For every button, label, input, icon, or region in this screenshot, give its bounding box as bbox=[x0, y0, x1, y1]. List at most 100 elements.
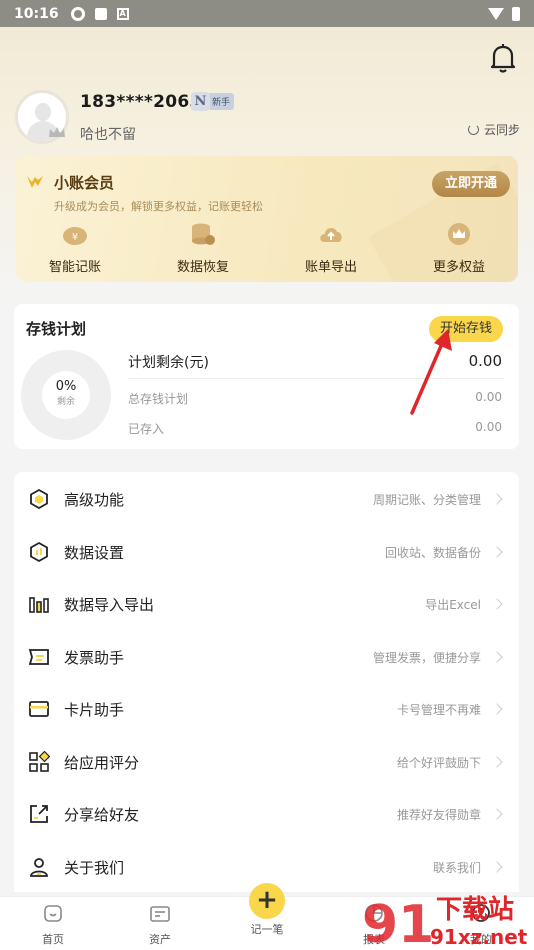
vip-subtitle: 升级成为会员，解锁更多权益，记账更轻松 bbox=[54, 200, 263, 213]
square-status-icon bbox=[94, 7, 107, 20]
chevron-right-icon bbox=[491, 651, 503, 663]
chevron-right-icon bbox=[491, 546, 503, 558]
menu-item-invoice[interactable]: 发票助手 管理发票，便捷分享 bbox=[14, 631, 519, 683]
cloud-sync-button[interactable]: 云同步 bbox=[468, 121, 520, 138]
plan-saved-value: 0.00 bbox=[475, 420, 502, 434]
share-icon bbox=[30, 805, 48, 823]
bill-export-icon bbox=[320, 228, 342, 242]
menu-item-hint: 管理发票，便捷分享 bbox=[372, 650, 481, 665]
menu-item-label: 发票助手 bbox=[64, 648, 125, 667]
plan-total-label: 总存钱计划 bbox=[128, 392, 189, 406]
savings-progress-label: 剩余 bbox=[56, 397, 75, 407]
menu-item-label: 高级功能 bbox=[64, 490, 125, 509]
savings-progress-center: 0% 剩余 bbox=[42, 371, 90, 419]
plan-remaining-label: 计划剩余(元) bbox=[128, 355, 209, 371]
cloud-sync-label: 云同步 bbox=[484, 123, 521, 137]
level-tag: 新手 bbox=[208, 93, 235, 110]
menu-item-advanced[interactable]: 高级功能 周期记账、分类管理 bbox=[14, 473, 519, 525]
status-time: 10:16 bbox=[14, 5, 59, 22]
tab-home[interactable]: 首页 bbox=[23, 903, 83, 947]
menu-item-hint: 卡号管理不再难 bbox=[396, 702, 481, 717]
menu-item-hint: 推荐好友得勋章 bbox=[396, 807, 481, 822]
menu-item-hint: 回收站、数据备份 bbox=[384, 545, 481, 560]
menu-item-label: 数据导入导出 bbox=[64, 595, 155, 614]
wallet-icon bbox=[150, 906, 170, 922]
invoice-icon bbox=[28, 649, 49, 665]
chevron-right-icon bbox=[491, 808, 503, 820]
vip-feature-data-restore[interactable]: 数据恢复 bbox=[158, 222, 248, 275]
menu-item-label: 给应用评分 bbox=[64, 753, 140, 772]
tab-label: 资产 bbox=[149, 933, 171, 946]
data-restore-icon bbox=[192, 223, 215, 245]
menu-item-hint: 给个好评鼓励下 bbox=[396, 755, 481, 770]
menu-item-label: 关于我们 bbox=[64, 858, 125, 877]
savings-title: 存钱计划 bbox=[26, 320, 87, 338]
add-record-button[interactable]: + bbox=[249, 883, 285, 919]
menu-item-label: 分享给好友 bbox=[64, 805, 140, 824]
smart-bookkeeping-icon: ¥ bbox=[63, 227, 87, 245]
vip-feature-label: 更多权益 bbox=[432, 260, 485, 275]
watermark-number: 91 bbox=[362, 895, 434, 950]
level-letter: N bbox=[191, 92, 210, 111]
vip-feature-label: 账单导出 bbox=[304, 260, 357, 275]
plan-saved-label: 已存入 bbox=[128, 422, 165, 436]
bell-icon[interactable] bbox=[488, 42, 518, 74]
vip-logo-icon bbox=[27, 176, 43, 188]
menu-item-hint: 联系我们 bbox=[432, 860, 481, 875]
vip-feature-smart-bookkeeping[interactable]: ¥ 智能记账 bbox=[30, 222, 120, 275]
tab-assets[interactable]: 资产 bbox=[130, 903, 190, 947]
menu-item-label: 数据设置 bbox=[64, 543, 125, 562]
chevron-right-icon bbox=[491, 493, 503, 505]
savings-progress-percent: 0% bbox=[55, 379, 77, 394]
avatar-head bbox=[35, 103, 51, 121]
menu-item-rate-app[interactable]: 给应用评分 给个好评鼓励下 bbox=[14, 736, 519, 788]
site-watermark-logo: 91 下载站 91xz.net bbox=[362, 895, 528, 950]
user-phone: 183****2063 bbox=[80, 92, 202, 112]
menu-item-import-export[interactable]: 数据导入导出 导出Excel bbox=[14, 578, 519, 630]
battery-icon bbox=[512, 6, 520, 21]
status-bar: 10:16 A bbox=[0, 0, 534, 27]
crown-icon bbox=[448, 223, 470, 245]
bar-chart-icon bbox=[29, 597, 49, 613]
chevron-right-icon bbox=[491, 598, 503, 610]
vip-feature-label: 智能记账 bbox=[48, 260, 101, 275]
plan-total-value: 0.00 bbox=[475, 390, 502, 404]
a-status-icon: A bbox=[116, 7, 129, 20]
chevron-right-icon bbox=[491, 861, 503, 873]
home-icon bbox=[44, 905, 62, 922]
vip-feature-label: 数据恢复 bbox=[176, 260, 229, 275]
vip-feature-bill-export[interactable]: 账单导出 bbox=[286, 222, 376, 275]
grid-icon bbox=[29, 751, 50, 772]
menu-item-label: 卡片助手 bbox=[64, 700, 125, 719]
tab-label: 记一笔 bbox=[250, 923, 284, 936]
svg-text:¥: ¥ bbox=[72, 232, 78, 243]
savings-progress-ring: 0% 剩余 bbox=[21, 350, 111, 440]
avatar-crown-icon bbox=[49, 127, 65, 137]
plan-remaining-value: 0.00 bbox=[468, 352, 502, 370]
watermark-title: 下载站 bbox=[436, 895, 514, 925]
vip-title: 小账会员 bbox=[54, 174, 115, 192]
settings-status-icon bbox=[70, 6, 85, 21]
menu-item-share[interactable]: 分享给好友 推荐好友得勋章 bbox=[14, 788, 519, 840]
wifi-icon bbox=[488, 7, 504, 20]
level-badge[interactable]: N 新手 bbox=[191, 92, 235, 111]
vip-feature-more-benefits[interactable]: 更多权益 bbox=[414, 222, 504, 275]
annotation-arrow-icon bbox=[410, 329, 452, 415]
menu-item-hint: 导出Excel bbox=[425, 597, 481, 612]
tab-add-record[interactable]: 记一笔 bbox=[237, 921, 297, 937]
person-icon bbox=[30, 858, 48, 877]
vip-open-button[interactable]: 立即开通 bbox=[432, 171, 510, 197]
data-settings-icon bbox=[30, 541, 48, 563]
hexagon-icon bbox=[30, 488, 48, 510]
menu-item-hint: 周期记账、分类管理 bbox=[372, 492, 481, 507]
chevron-right-icon bbox=[491, 756, 503, 768]
user-bio[interactable]: 哈也不留 bbox=[80, 124, 136, 144]
vip-card[interactable]: 小账会员 升级成为会员，解锁更多权益，记账更轻松 立即开通 ¥ 智能记账 数据恢… bbox=[16, 156, 518, 282]
menu-item-card[interactable]: 卡片助手 卡号管理不再难 bbox=[14, 683, 519, 735]
chevron-right-icon bbox=[491, 703, 503, 715]
tab-label: 首页 bbox=[42, 933, 64, 946]
menu-item-data-settings[interactable]: 数据设置 回收站、数据备份 bbox=[14, 526, 519, 578]
sync-icon bbox=[468, 124, 479, 135]
card-icon bbox=[29, 701, 49, 717]
watermark-url: 91xz.net bbox=[430, 925, 528, 949]
